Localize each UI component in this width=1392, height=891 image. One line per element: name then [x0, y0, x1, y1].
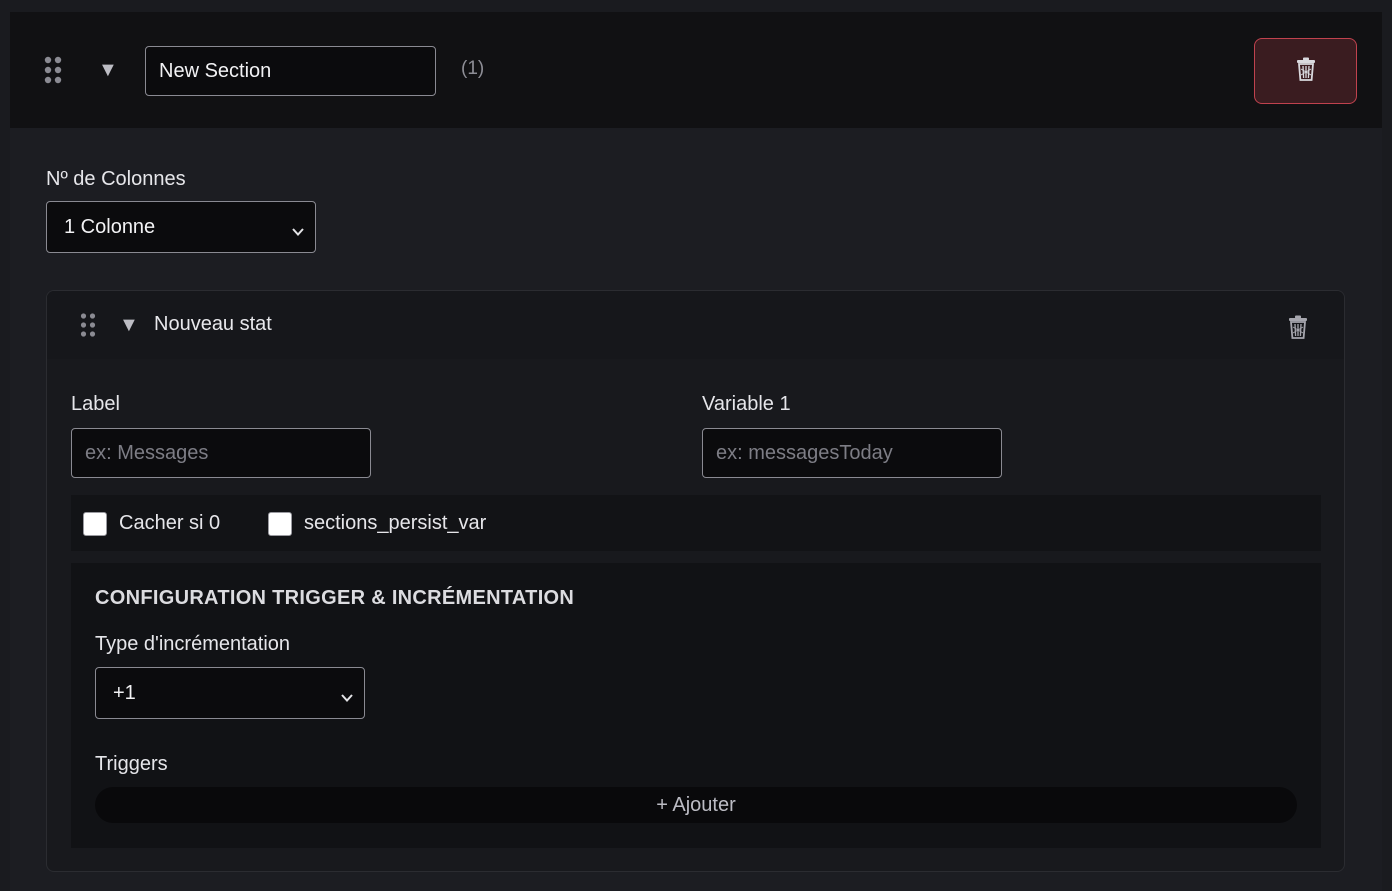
triggers-label: Triggers [95, 753, 168, 775]
drag-handle-icon[interactable] [44, 56, 62, 84]
chevron-down-icon [291, 221, 305, 244]
add-trigger-button[interactable]: + Ajouter [95, 787, 1297, 823]
persist-var-checkbox[interactable] [268, 512, 292, 536]
trash-icon [1295, 57, 1317, 86]
columns-select[interactable]: 1 Colonne [46, 201, 316, 253]
increment-type-label: Type d'incrémentation [95, 633, 291, 655]
variable-field-label: Variable 1 [702, 393, 791, 415]
label-field-label: Label [71, 393, 120, 415]
delete-section-button[interactable] [1254, 38, 1357, 104]
increment-type-select[interactable]: +1 [95, 667, 365, 719]
stat-title: Nouveau stat [154, 313, 272, 335]
persist-var-label: sections_persist_var [304, 512, 487, 534]
collapse-arrow-icon[interactable]: ▼ [98, 60, 118, 80]
drag-handle-icon[interactable] [80, 313, 96, 337]
section-header: ▼ (1) [10, 12, 1382, 128]
section-name-input[interactable] [145, 46, 436, 96]
options-bar: Cacher si 0 sections_persist_var [71, 495, 1321, 551]
stat-header: ▼ Nouveau stat [47, 291, 1344, 359]
hide-if-zero-checkbox[interactable] [83, 512, 107, 536]
hide-if-zero-label: Cacher si 0 [119, 512, 221, 534]
increment-type-value: +1 [113, 681, 136, 704]
item-count: (1) [461, 58, 485, 79]
trash-icon[interactable] [1287, 315, 1309, 344]
columns-label: Nº de Colonnes [46, 168, 186, 190]
chevron-down-icon [340, 687, 354, 710]
section-card: ▼ (1) Nº de Colonnes 1 Colonne [10, 12, 1382, 891]
columns-select-value: 1 Colonne [64, 215, 156, 238]
collapse-arrow-icon[interactable]: ▼ [119, 315, 139, 335]
label-input[interactable] [71, 428, 371, 478]
trigger-config-panel: CONFIGURATION TRIGGER & INCRÉMENTATION T… [71, 563, 1321, 848]
config-title: CONFIGURATION TRIGGER & INCRÉMENTATION [95, 587, 575, 609]
stat-card: ▼ Nouveau stat Label Variable 1 Cacher s… [46, 290, 1345, 872]
variable-input[interactable] [702, 428, 1002, 478]
